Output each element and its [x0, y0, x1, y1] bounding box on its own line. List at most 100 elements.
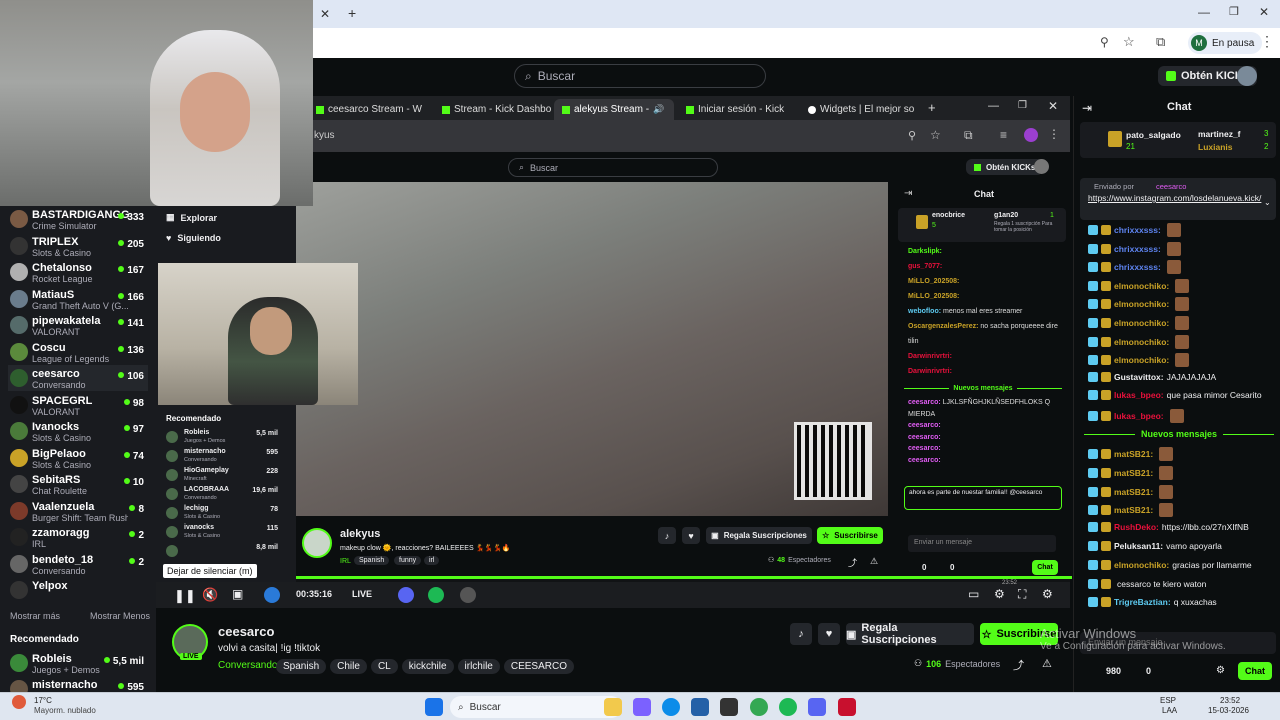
chat-username[interactable]: ceesarco:: [908, 422, 941, 429]
tag[interactable]: CL: [370, 659, 398, 674]
chat-username[interactable]: RushDeko:: [1114, 522, 1159, 532]
pinned-link[interactable]: https://www.instagram.com/losdelanueva.k…: [1088, 193, 1261, 204]
share-icon[interactable]: ⤴: [848, 556, 857, 569]
sidebar-item-channel[interactable]: Chetalonso Rocket League 167: [8, 259, 148, 285]
chat-overlay-icon[interactable]: ▣: [232, 587, 243, 601]
sidebar-item-misternacho[interactable]: misternacho 595: [8, 676, 148, 692]
chat-username[interactable]: matSB21:: [1114, 487, 1153, 497]
tag[interactable]: Chile: [330, 659, 367, 674]
chat-input[interactable]: Enviar un mensaje: [908, 535, 1056, 552]
profile-button[interactable]: M En pausa: [1188, 32, 1263, 54]
recommended-item[interactable]: HioGameplay Minecraft 228: [166, 466, 278, 484]
sidebar-item-channel[interactable]: MatiauS Grand Theft Auto V (G... 166: [8, 286, 148, 312]
chat-username[interactable]: gus_7077:: [908, 263, 942, 270]
maximize-icon[interactable]: ❐: [1229, 5, 1239, 18]
report-icon[interactable]: ⚠: [870, 556, 878, 567]
clock-date[interactable]: 15-03-2026: [1208, 706, 1249, 715]
chat-username[interactable]: ceesarco:: [908, 445, 941, 452]
file-explorer-icon[interactable]: [604, 698, 622, 716]
get-kicks-button[interactable]: Obtén KICKs: [966, 159, 1044, 175]
tab-ceesarco-stream[interactable]: ceesarco Stream - W: [308, 99, 426, 120]
follow-button[interactable]: ♥: [682, 527, 700, 544]
chat-username[interactable]: ceesarco:: [908, 457, 941, 464]
stream-category[interactable]: IRL: [340, 558, 351, 565]
browser-taskbar-icon[interactable]: [264, 587, 280, 603]
sidebar-item-channel[interactable]: Vaalenzuela Burger Shift: Team Rush... 8: [8, 498, 148, 524]
extensions-icon[interactable]: ⧉: [964, 128, 973, 143]
chat-username[interactable]: Peluksan11:: [1114, 541, 1163, 551]
pause-icon[interactable]: ❚❚: [174, 588, 196, 604]
tag[interactable]: CEESARCO: [503, 659, 574, 674]
chat-username[interactable]: elmonochiko:: [1114, 299, 1169, 309]
sidebar-item-channel[interactable]: pipewakatela VALORANT 141: [8, 312, 148, 338]
notification-button[interactable]: ♪: [658, 527, 676, 544]
share-icon[interactable]: ⤴: [1013, 657, 1024, 673]
collapse-chat-icon[interactable]: ⇥: [1082, 101, 1092, 115]
language-code[interactable]: ESP: [1160, 696, 1176, 705]
streamer-name[interactable]: alekyus: [340, 528, 380, 540]
gear-icon[interactable]: ⚙: [1042, 587, 1053, 601]
chat-username[interactable]: OscargenzalesPerez:: [908, 323, 978, 330]
chat-username[interactable]: Darwinrivrtri:: [908, 368, 952, 375]
search-input[interactable]: ⌕ Buscar: [508, 158, 718, 177]
recommended-item[interactable]: LACOBRAAA Conversando 19,6 mil: [166, 485, 278, 503]
app-icon[interactable]: [720, 698, 738, 716]
gift-subs-button[interactable]: ▣ Regala Suscripciones: [706, 527, 812, 544]
weather-icon[interactable]: [12, 695, 26, 709]
recommended-item[interactable]: Robleis Juegos + Demos 5,5 mil: [166, 428, 278, 446]
sidebar-item-channel[interactable]: bendeto_18 Conversando 2: [8, 551, 148, 577]
chat-username[interactable]: lukas_bpeo:: [1114, 411, 1164, 421]
chat-send-button[interactable]: Chat: [1238, 662, 1272, 680]
recommended-item[interactable]: ivanocks Slots & Casino 115: [166, 523, 278, 541]
new-tab-icon[interactable]: +: [928, 100, 936, 115]
gift-subs-button[interactable]: ▣ Regala Suscripciones: [846, 622, 974, 646]
minimize-icon[interactable]: —: [988, 100, 999, 112]
chat-username[interactable]: MiLLO_202508:: [908, 278, 959, 285]
tab-alekyus-stream[interactable]: alekyus Stream - 🔊: [554, 99, 674, 120]
tag[interactable]: Spanish: [354, 556, 390, 565]
avatar[interactable]: [1024, 128, 1038, 142]
recommended-item[interactable]: misternacho Conversando 595: [166, 447, 278, 465]
chevron-down-icon[interactable]: ⌄: [1264, 198, 1271, 207]
extensions-icon[interactable]: ⧉: [1156, 34, 1165, 50]
taskbar-search[interactable]: ⌕ Buscar: [450, 696, 622, 718]
tag[interactable]: irlchile: [457, 659, 500, 674]
chat-username[interactable]: elmonochiko:: [1114, 337, 1169, 347]
chat-username[interactable]: ceesarco:: [908, 399, 941, 406]
sidebar-item-channel[interactable]: SebitaRS Chat Roulette 10: [8, 471, 148, 497]
show-less-link[interactable]: Mostrar Menos: [90, 611, 150, 621]
adobe-icon[interactable]: [838, 698, 856, 716]
sidebar-item-channel[interactable]: zzamoragg IRL 2: [8, 524, 148, 550]
notification-button[interactable]: ♪: [790, 623, 812, 645]
tab-kick-dashboard[interactable]: Stream - Kick Dashbo: [434, 99, 552, 120]
bookmark-star-icon[interactable]: ☆: [930, 128, 941, 142]
clock-time[interactable]: 23:52: [1220, 696, 1240, 705]
chat-username[interactable]: webofloo:: [908, 308, 941, 315]
chat-username[interactable]: matSB21:: [1114, 468, 1153, 478]
chat-username[interactable]: chrixxxsss:: [1114, 262, 1161, 272]
collapse-chat-icon[interactable]: ⇥: [904, 188, 912, 199]
maximize-icon[interactable]: ❐: [1018, 100, 1027, 111]
obs-icon[interactable]: [460, 587, 476, 603]
spotify-icon[interactable]: [428, 587, 444, 603]
settings-icon[interactable]: ⚙: [1216, 665, 1225, 676]
settings-icon[interactable]: ⚙: [994, 587, 1005, 601]
close-tab-icon[interactable]: ✕: [320, 7, 330, 21]
chat-send-button[interactable]: Chat: [1032, 560, 1058, 575]
chrome-icon[interactable]: [750, 698, 768, 716]
tab-login-kick[interactable]: Iniciar sesión - Kick: [678, 99, 796, 120]
tag[interactable]: Spanish: [276, 659, 327, 674]
avatar[interactable]: [302, 528, 332, 558]
recommended-item[interactable]: lechigg Slots & Casino 78: [166, 504, 278, 522]
chat-username[interactable]: chrixxxsss:: [1114, 244, 1161, 254]
chat-username[interactable]: matSB21:: [1114, 449, 1153, 459]
streamer-name[interactable]: ceesarco: [218, 624, 274, 639]
fullscreen-icon[interactable]: ⛶: [1018, 587, 1026, 602]
theater-mode-icon[interactable]: ▭: [968, 587, 979, 601]
sidebar-item-channel[interactable]: Ivanocks Slots & Casino 97: [8, 418, 148, 444]
minimize-icon[interactable]: —: [1198, 5, 1210, 19]
chat-username[interactable]: elmonochiko:: [1114, 281, 1169, 291]
recommended-item[interactable]: 8,8 mil: [166, 542, 278, 560]
sidebar-item-channel[interactable]: BASTARDIGANGG Crime Simulator 333: [8, 206, 148, 232]
video-player[interactable]: [296, 182, 888, 516]
